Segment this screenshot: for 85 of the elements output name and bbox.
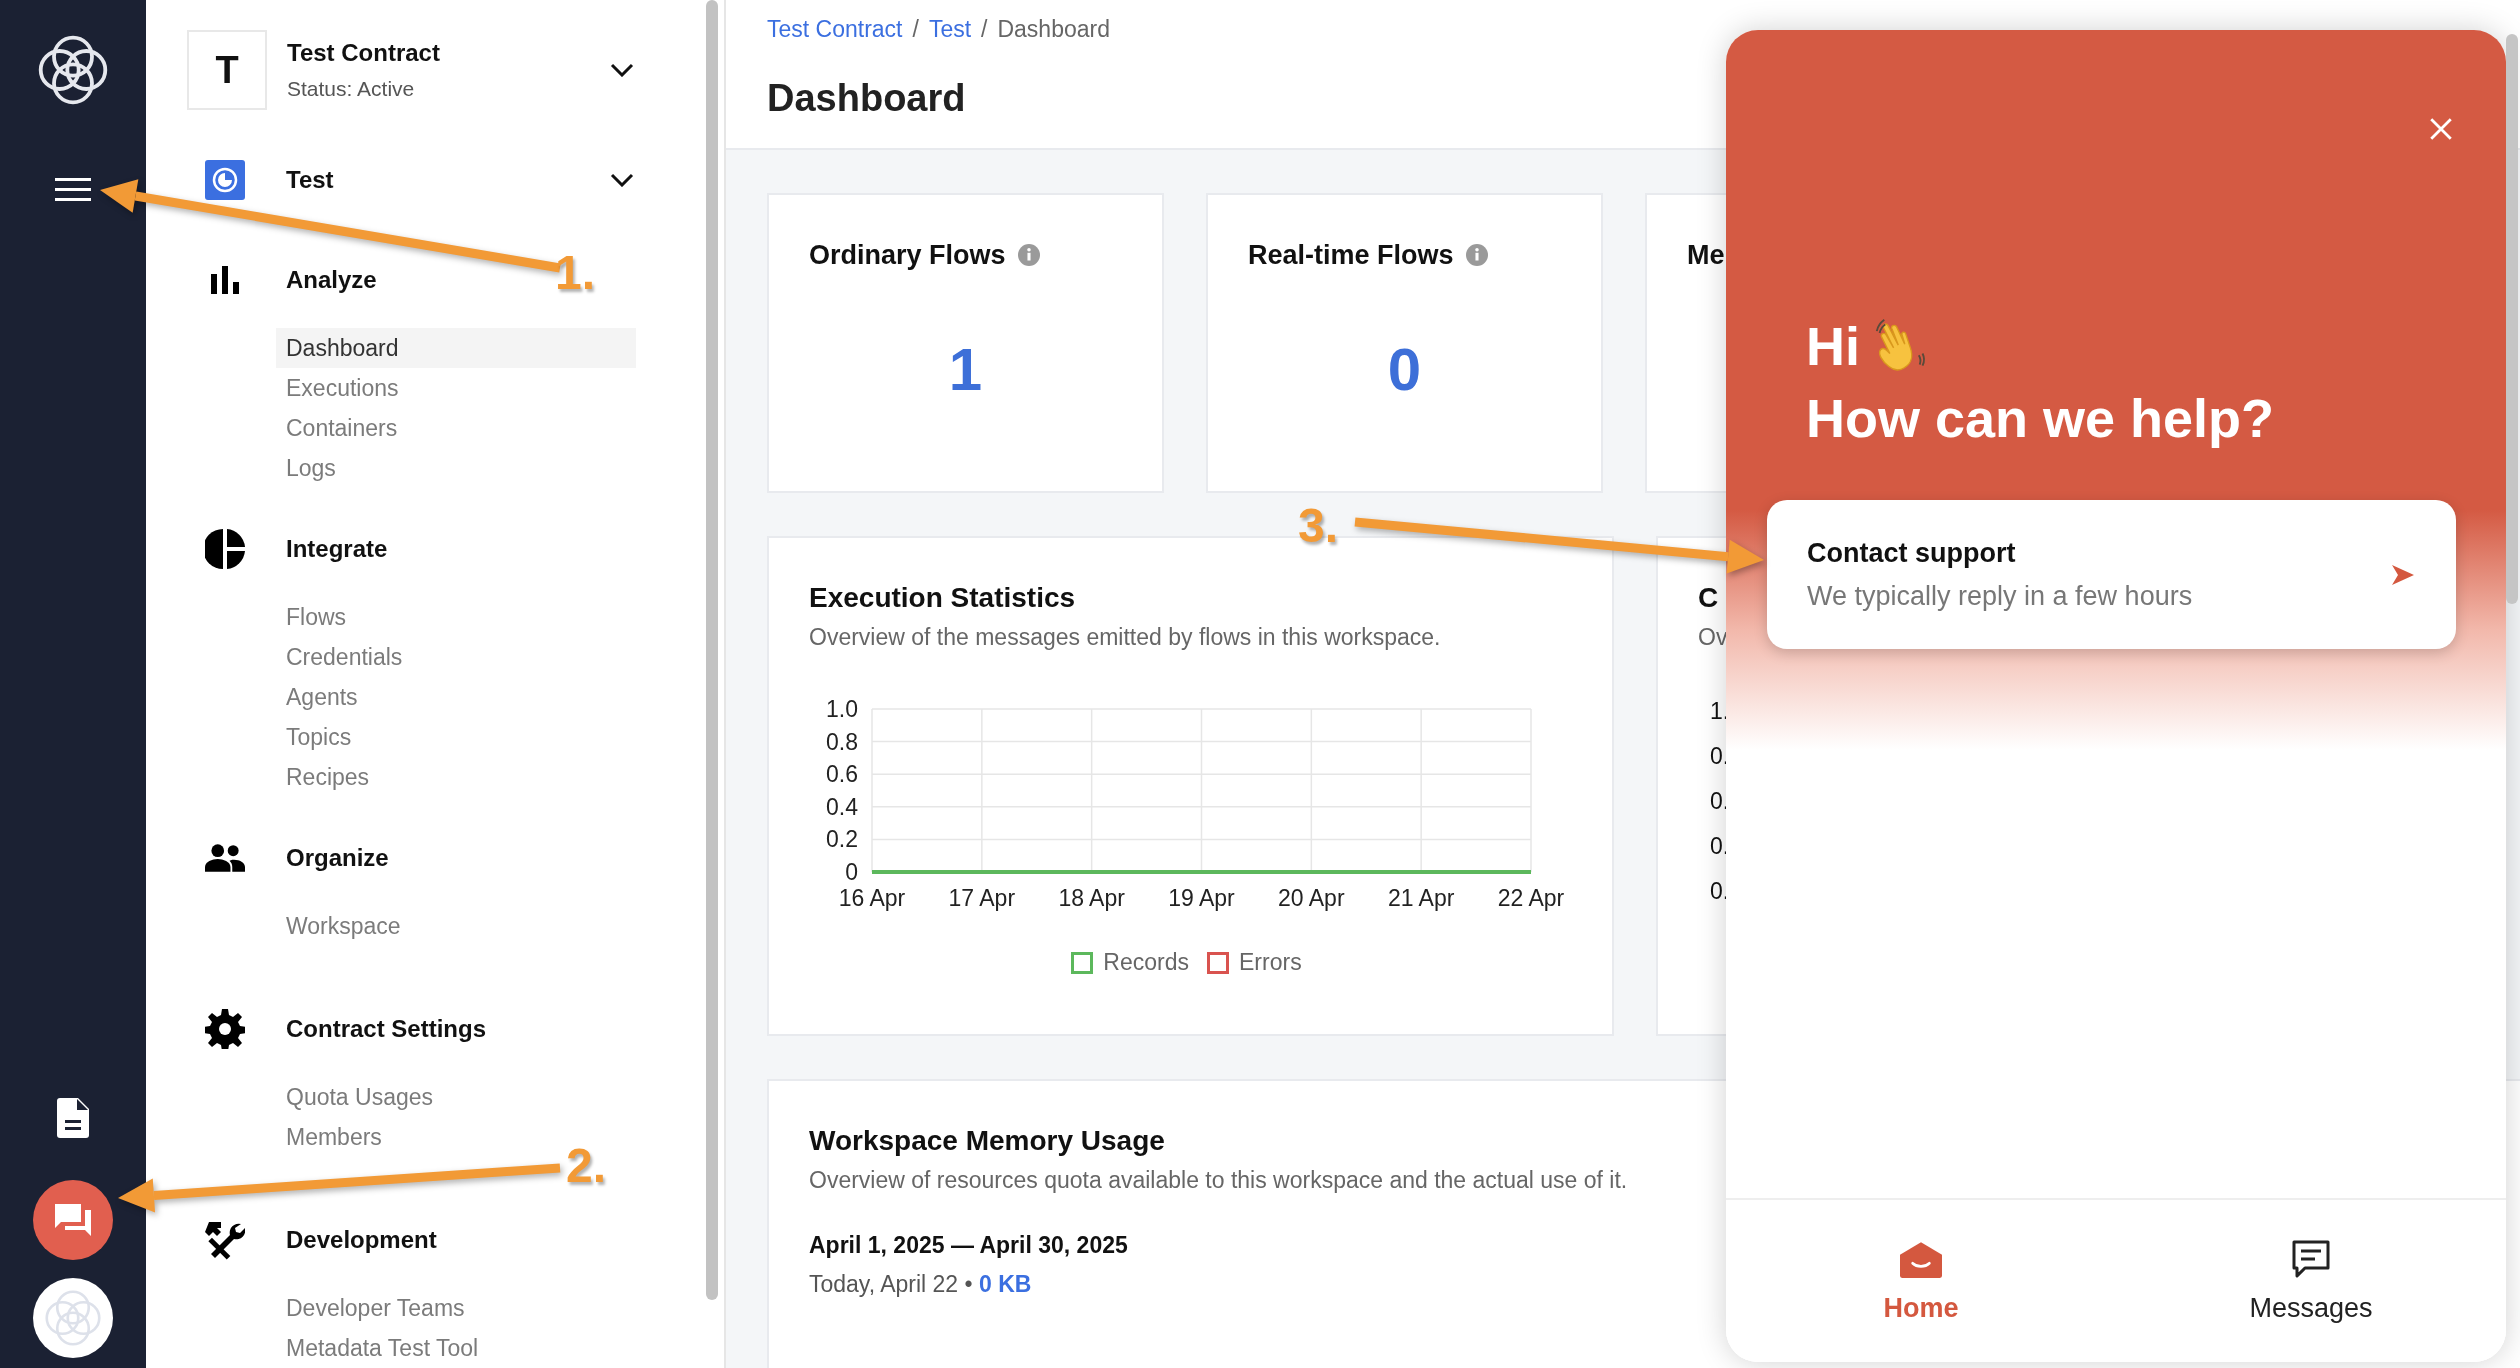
y-axis-label: 1. bbox=[1710, 697, 1731, 726]
sidebar-item[interactable]: Containers bbox=[276, 408, 636, 448]
chevron-down-icon bbox=[610, 173, 634, 187]
sidebar-item[interactable]: Executions bbox=[276, 368, 636, 408]
workspace-name[interactable]: Test bbox=[245, 166, 610, 194]
y-axis-label: 1.0 bbox=[826, 696, 858, 722]
card-description: Ov bbox=[1698, 624, 1728, 651]
card-title: C bbox=[1698, 581, 1719, 615]
sidebar-item[interactable]: Developer Teams bbox=[276, 1288, 636, 1328]
card-description: Overview of the messages emitted by flows in this workspace. bbox=[809, 624, 1441, 651]
chat-icon bbox=[53, 1202, 93, 1238]
y-axis-label: 0.4 bbox=[826, 793, 858, 820]
tools-icon bbox=[205, 1220, 245, 1260]
breadcrumb-link[interactable]: Test Contract bbox=[767, 16, 903, 43]
document-icon[interactable] bbox=[57, 1098, 89, 1138]
chevron-down-icon bbox=[610, 63, 634, 77]
contract-initial: T bbox=[187, 30, 267, 110]
clock-icon bbox=[205, 160, 245, 200]
y-axis-label: 0. bbox=[1710, 877, 1731, 906]
scrollbar[interactable] bbox=[706, 0, 718, 1300]
scrollbar[interactable] bbox=[2506, 34, 2518, 604]
y-axis-label: 0 bbox=[845, 859, 858, 885]
chat-icon bbox=[2290, 1238, 2332, 1279]
x-axis-label: 19 Apr bbox=[1168, 885, 1235, 911]
breadcrumb-separator: / bbox=[912, 16, 919, 43]
contract-status: Status: Active bbox=[287, 77, 416, 101]
contract-name: Test Contract bbox=[287, 39, 441, 67]
y-axis-label: 0. bbox=[1710, 832, 1731, 861]
date-range: April 1, 2025 — April 30, 2025 bbox=[809, 1232, 1128, 1259]
sidebar-item[interactable]: Recipes bbox=[276, 757, 636, 797]
sidebar-item[interactable]: Dashboard bbox=[276, 328, 636, 368]
section-title: Development bbox=[285, 1226, 437, 1254]
y-axis-label: 0.6 bbox=[826, 761, 858, 788]
pie-chart-icon bbox=[205, 529, 245, 569]
nav-tab[interactable]: Home bbox=[1726, 1200, 2116, 1362]
section-title: Contract Settings bbox=[285, 1015, 486, 1043]
x-axis-label: 22 Apr bbox=[1497, 885, 1565, 911]
y-axis-label: 0.2 bbox=[826, 826, 858, 853]
greeting: Hi bbox=[1806, 315, 1860, 377]
usage-text: Today, April 22 • 0 KB bbox=[809, 1271, 1032, 1298]
breadcrumb-separator: / bbox=[981, 16, 988, 43]
section-title: Organize bbox=[285, 844, 389, 872]
menu-icon[interactable] bbox=[55, 178, 91, 202]
section-title: Integrate bbox=[285, 535, 388, 563]
card-title: Workspace Memory Usage bbox=[809, 1124, 1165, 1158]
stat-value: 1 bbox=[948, 335, 983, 404]
send-icon bbox=[2390, 562, 2416, 587]
card-title: Execution Statistics bbox=[809, 581, 1076, 615]
sidebar-item[interactable]: Flows bbox=[276, 597, 636, 637]
x-axis-label: 17 Apr bbox=[948, 885, 1016, 911]
sidebar-item[interactable]: Agents bbox=[276, 677, 636, 717]
contact-support-card[interactable]: Contact support We typically reply in a few hours bbox=[1767, 500, 2456, 649]
y-axis-label: 0. bbox=[1710, 742, 1731, 771]
sidebar-item[interactable]: Quota Usages bbox=[276, 1077, 636, 1117]
contact-subtitle: We typically reply in a few hours bbox=[1807, 580, 2194, 612]
nav-tab[interactable]: Messages bbox=[2116, 1200, 2506, 1362]
sidebar-item[interactable]: Logs bbox=[276, 448, 636, 488]
settings-icon bbox=[205, 1009, 245, 1049]
stat-title: Real-time Flows bbox=[1248, 239, 1454, 271]
y-axis-label: 0.8 bbox=[826, 728, 858, 755]
breadcrumb-link[interactable]: Test bbox=[928, 16, 972, 43]
annotation-number: 3. bbox=[1298, 498, 1339, 553]
y-axis-label: 0. bbox=[1710, 787, 1731, 816]
card-description: Overview of resources quota available to this workspace and the actual use of it. bbox=[809, 1167, 1628, 1194]
sidebar-item[interactable]: Topics bbox=[276, 717, 636, 757]
sidebar-item[interactable]: Credentials bbox=[276, 637, 636, 677]
annotation-number: 1. bbox=[555, 245, 596, 300]
annotation-number: 2. bbox=[566, 1138, 607, 1193]
stat-value: 0 bbox=[1387, 335, 1422, 404]
page-title: Dashboard bbox=[767, 77, 967, 120]
headline: How can we help? bbox=[1806, 387, 2276, 449]
legend-label: Records bbox=[1103, 949, 1189, 976]
x-axis-label: 21 Apr bbox=[1387, 885, 1455, 911]
x-axis-label: 20 Apr bbox=[1278, 885, 1345, 911]
sidebar-item[interactable]: Metadata Test Tool bbox=[276, 1328, 636, 1368]
section-title: Analyze bbox=[285, 266, 377, 294]
stat-title: Me bbox=[1687, 239, 1725, 271]
contact-title: Contact support bbox=[1807, 537, 2017, 569]
close-icon[interactable] bbox=[2428, 116, 2454, 142]
x-axis-label: 18 Apr bbox=[1058, 885, 1125, 911]
stat-title: Ordinary Flows bbox=[809, 239, 1006, 271]
x-axis-label: 16 Apr bbox=[838, 885, 906, 911]
legend-label: Errors bbox=[1239, 949, 1302, 976]
sidebar-item[interactable]: Workspace bbox=[276, 906, 636, 946]
breadcrumb-current: Dashboard bbox=[997, 16, 1110, 43]
